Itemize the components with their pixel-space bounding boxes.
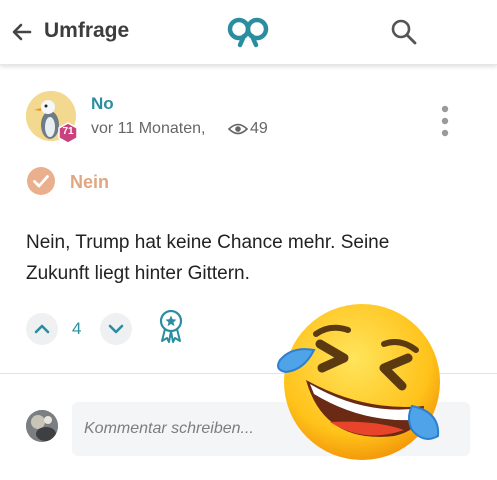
post-body: Nein, Trump hat keine Chance mehr. Seine… bbox=[26, 232, 390, 284]
chevron-down-icon bbox=[108, 324, 124, 334]
more-options-icon[interactable] bbox=[434, 104, 456, 138]
check-circle-icon bbox=[27, 167, 55, 195]
downvote-button[interactable] bbox=[100, 313, 132, 345]
view-count: 49 bbox=[250, 120, 268, 137]
page-title: Umfrage bbox=[44, 19, 130, 42]
vote-count: 4 bbox=[72, 319, 82, 338]
arrow-left-icon[interactable] bbox=[10, 20, 34, 44]
search-icon[interactable] bbox=[390, 18, 418, 46]
current-user-avatar bbox=[26, 410, 58, 442]
chevron-up-icon bbox=[34, 324, 50, 334]
top-app-bar: Umfrage bbox=[0, 0, 497, 65]
upvote-button[interactable] bbox=[26, 313, 58, 345]
app-logo-icon[interactable] bbox=[226, 14, 270, 50]
answer-label: Nein bbox=[70, 172, 110, 192]
award-ribbon-icon[interactable] bbox=[156, 308, 186, 344]
eye-icon bbox=[228, 123, 248, 135]
author-name[interactable]: No bbox=[91, 94, 114, 114]
post-time: vor 11 Monaten, bbox=[91, 120, 206, 137]
tears-of-joy-emoji bbox=[277, 304, 440, 460]
level-badge-value: 71 bbox=[62, 126, 74, 137]
